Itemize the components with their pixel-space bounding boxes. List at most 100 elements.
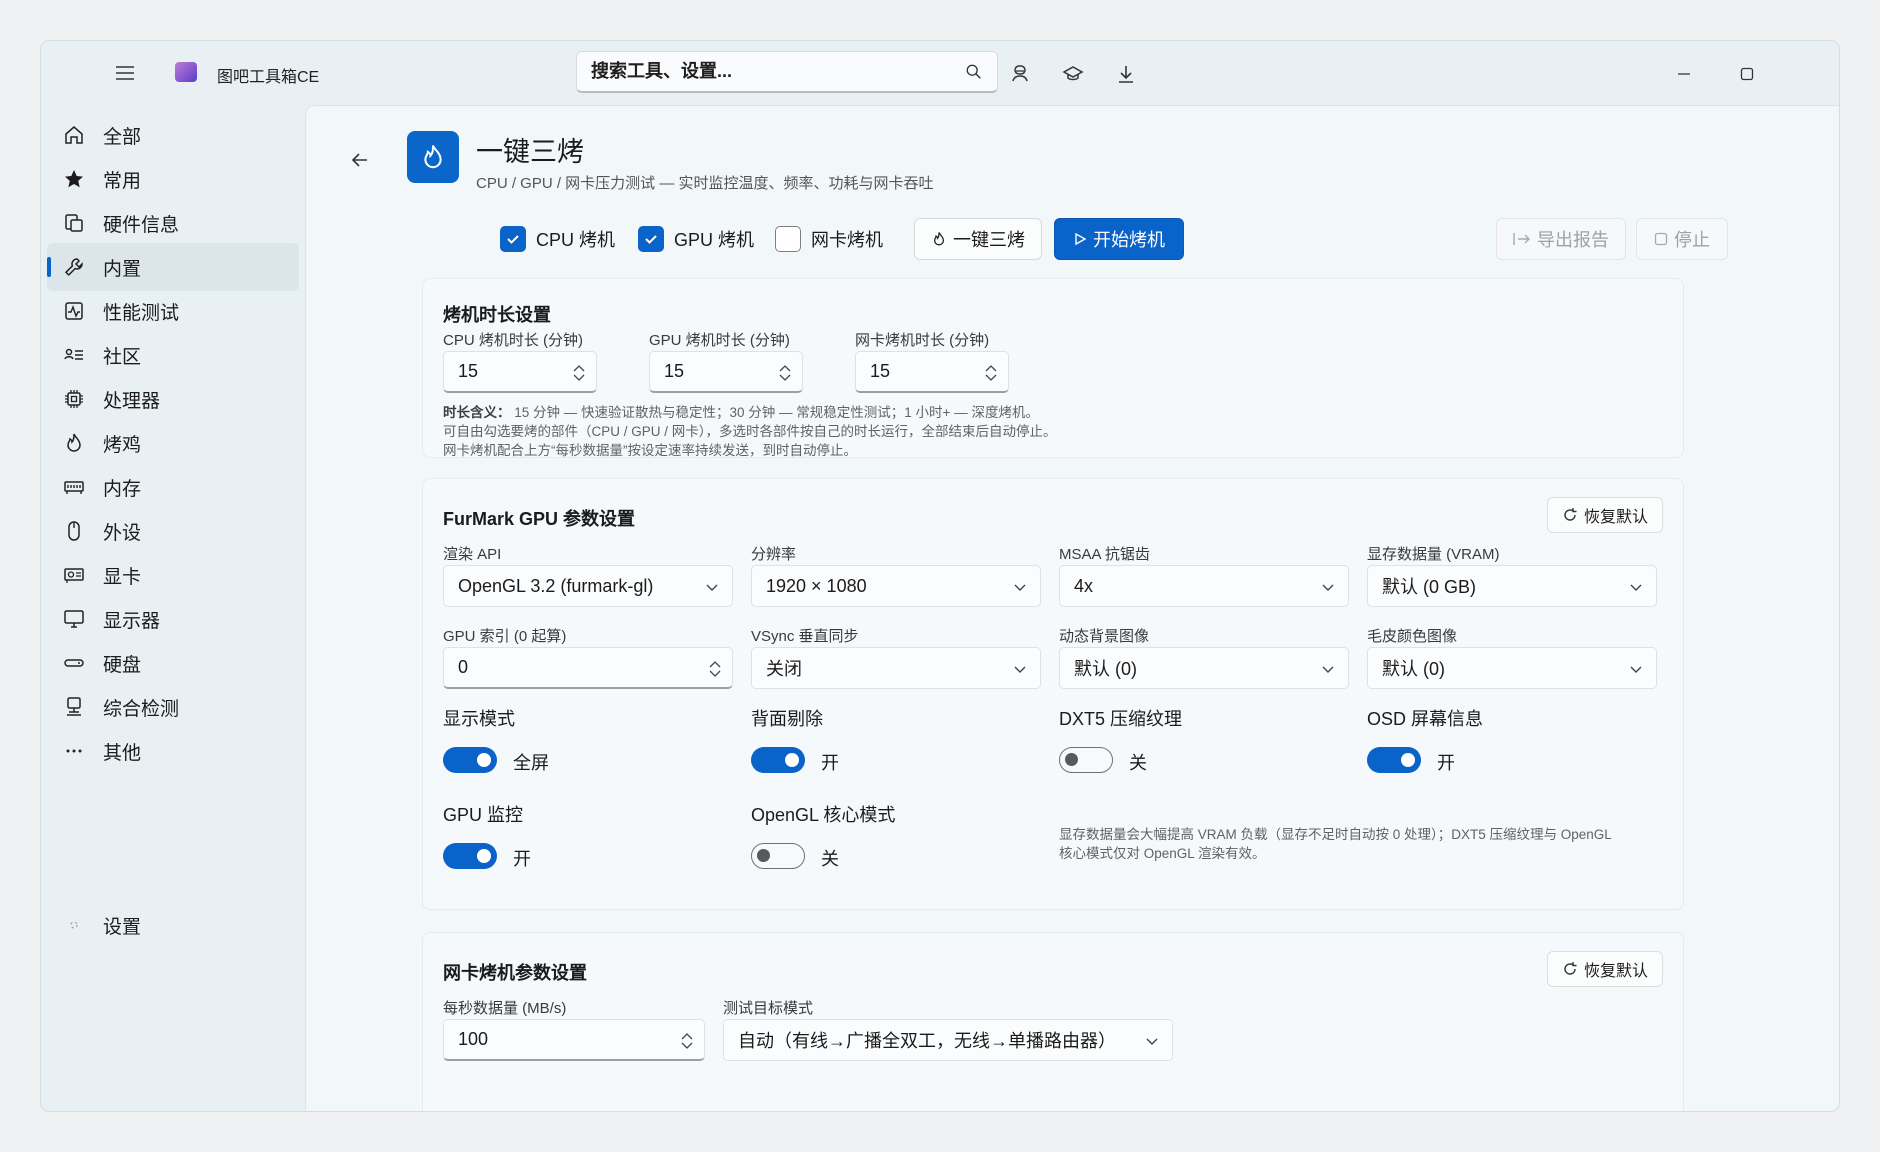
back-arrow-icon[interactable] bbox=[346, 146, 374, 174]
refresh-icon bbox=[1564, 508, 1577, 521]
opengl-core-text: 关 bbox=[821, 849, 839, 869]
minimize-button[interactable] bbox=[1669, 59, 1699, 89]
sidebar-item-label: 设置 bbox=[103, 916, 142, 938]
sidebar-item-builtin[interactable]: 内置 bbox=[47, 243, 299, 291]
cpu-icon bbox=[61, 386, 87, 412]
chevron-down-icon bbox=[1322, 666, 1334, 673]
net-stress-checkbox[interactable] bbox=[775, 226, 801, 252]
msaa-select[interactable]: 4x bbox=[1059, 565, 1349, 607]
chevron-down-icon bbox=[1146, 1038, 1158, 1045]
learn-icon[interactable] bbox=[1060, 61, 1086, 87]
gpu-duration-input[interactable]: 15 bbox=[649, 351, 803, 393]
resolution-value: 1920 × 1080 bbox=[766, 575, 867, 596]
sidebar-item-community[interactable]: 社区 bbox=[47, 331, 299, 379]
sidebar-item-peripherals[interactable]: 外设 bbox=[47, 507, 299, 555]
cpu-stress-checkbox[interactable] bbox=[500, 226, 526, 252]
gpu-stress-checkbox[interactable] bbox=[638, 226, 664, 252]
sidebar-item-stress[interactable]: 烤鸡 bbox=[47, 419, 299, 467]
stop-button[interactable]: 停止 bbox=[1636, 218, 1728, 260]
page-subtitle: CPU / GPU / 网卡压力测试 — 实时监控温度、频率、功耗与网卡吞吐 bbox=[476, 175, 934, 192]
sidebar-item-label: 显示器 bbox=[103, 610, 161, 632]
spinner-icon[interactable] bbox=[778, 364, 792, 382]
background-value: 默认 (0) bbox=[1074, 659, 1137, 679]
backface-toggle[interactable] bbox=[751, 747, 805, 773]
sidebar-item-gpu[interactable]: 显卡 bbox=[47, 551, 299, 599]
background-select[interactable]: 默认 (0) bbox=[1059, 647, 1349, 689]
duration-note-line1: 15 分钟 — 快速验证散热与稳定性；30 分钟 — 常规稳定性测试；1 小时+… bbox=[514, 405, 1039, 420]
net-checkbox-row[interactable]: 网卡烤机 bbox=[775, 218, 883, 260]
gpu-monitor-toggle[interactable] bbox=[443, 843, 497, 869]
duration-note: 时长含义： 15 分钟 — 快速验证散热与稳定性；30 分钟 — 常规稳定性测试… bbox=[443, 403, 1663, 460]
api-select[interactable]: OpenGL 3.2 (furmark-gl) bbox=[443, 565, 733, 607]
furmark-card-title: FurMark GPU 参数设置 bbox=[443, 509, 636, 529]
vsync-select[interactable]: 关闭 bbox=[751, 647, 1041, 689]
resolution-select[interactable]: 1920 × 1080 bbox=[751, 565, 1041, 607]
cpu-duration-input[interactable]: 15 bbox=[443, 351, 597, 393]
dxt5-toggle[interactable] bbox=[1059, 747, 1113, 773]
gpu-stress-label: GPU 烤机 bbox=[674, 230, 755, 250]
sidebar-item-other[interactable]: 其他 bbox=[47, 727, 299, 775]
play-icon bbox=[1075, 232, 1087, 246]
fur-color-select[interactable]: 默认 (0) bbox=[1367, 647, 1657, 689]
gpu-index-input[interactable]: 0 bbox=[443, 647, 733, 689]
sidebar-item-settings[interactable]: 设置 bbox=[47, 901, 299, 949]
chevron-down-icon bbox=[706, 584, 718, 591]
fur-color-value: 默认 (0) bbox=[1382, 659, 1445, 679]
target-mode-value: 自动（有线→广播全双工，无线→单播路由器） bbox=[738, 1031, 1116, 1051]
display-mode-toggle[interactable] bbox=[443, 747, 497, 773]
sidebar-item-all[interactable]: 全部 bbox=[47, 111, 299, 159]
sidebar-item-memory[interactable]: 内存 bbox=[47, 463, 299, 511]
chevron-down-icon bbox=[1014, 584, 1026, 591]
start-stress-button[interactable]: 开始烤机 bbox=[1054, 218, 1184, 260]
maximize-button[interactable] bbox=[1732, 59, 1762, 89]
home-icon bbox=[61, 122, 87, 148]
sidebar-item-monitor[interactable]: 显示器 bbox=[47, 595, 299, 643]
rate-input[interactable]: 100 bbox=[443, 1019, 705, 1061]
vsync-value: 关闭 bbox=[766, 659, 802, 679]
sidebar-item-benchmark[interactable]: 性能测试 bbox=[47, 287, 299, 335]
monitor-icon bbox=[61, 606, 87, 632]
export-report-button[interactable]: 导出报告 bbox=[1496, 218, 1626, 260]
vram-value: 默认 (0 GB) bbox=[1382, 577, 1477, 597]
search-icon[interactable] bbox=[965, 63, 983, 81]
disk-icon bbox=[61, 650, 87, 676]
onekey-stress-label: 一键三烤 bbox=[953, 230, 1025, 250]
background-label: 动态背景图像 bbox=[1059, 628, 1150, 645]
sidebar-item-hardware-info[interactable]: 硬件信息 bbox=[47, 199, 299, 247]
rate-value: 100 bbox=[458, 1029, 489, 1049]
sidebar-item-cpu[interactable]: 处理器 bbox=[47, 375, 299, 423]
sidebar-item-label: 性能测试 bbox=[103, 302, 180, 324]
spinner-icon[interactable] bbox=[984, 364, 998, 382]
spinner-icon[interactable] bbox=[680, 1032, 694, 1050]
furmark-note-line2: 核心模式仅对 OpenGL 渲染有效。 bbox=[1059, 846, 1266, 861]
spinner-icon[interactable] bbox=[572, 364, 586, 382]
network-reset-button[interactable]: 恢复默认 bbox=[1547, 951, 1663, 987]
opengl-core-toggle[interactable] bbox=[751, 843, 805, 869]
furmark-note-line1: 显存数据量会大幅提高 VRAM 负载（显存不足时自动按 0 处理）；DXT5 压… bbox=[1059, 827, 1612, 842]
sidebar-item-label: 常用 bbox=[103, 170, 142, 192]
chevron-down-icon bbox=[1630, 666, 1642, 673]
hamburger-menu-icon[interactable] bbox=[113, 61, 141, 85]
net-stress-label: 网卡烤机 bbox=[811, 230, 883, 250]
vram-select[interactable]: 默认 (0 GB) bbox=[1367, 565, 1657, 607]
download-icon[interactable] bbox=[1113, 61, 1139, 87]
sidebar-item-label: 综合检测 bbox=[103, 698, 180, 720]
sidebar-item-disk[interactable]: 硬盘 bbox=[47, 639, 299, 687]
resolution-label: 分辨率 bbox=[751, 546, 797, 563]
gpu-checkbox-row[interactable]: GPU 烤机 bbox=[638, 218, 754, 260]
onekey-stress-button[interactable]: 一键三烤 bbox=[914, 218, 1042, 260]
user-support-icon[interactable] bbox=[1007, 61, 1033, 87]
sidebar-item-diagnostics[interactable]: 综合检测 bbox=[47, 683, 299, 731]
furmark-reset-button[interactable]: 恢复默认 bbox=[1547, 497, 1663, 533]
spinner-icon[interactable] bbox=[708, 660, 722, 678]
cpu-checkbox-row[interactable]: CPU 烤机 bbox=[500, 218, 615, 260]
target-mode-select[interactable]: 自动（有线→广播全双工，无线→单播路由器） bbox=[723, 1019, 1173, 1061]
osd-label: OSD 屏幕信息 bbox=[1367, 709, 1484, 729]
sidebar-item-favorites[interactable]: 常用 bbox=[47, 155, 299, 203]
osd-toggle[interactable] bbox=[1367, 747, 1421, 773]
cpu-duration-value: 15 bbox=[458, 361, 479, 381]
search-input[interactable] bbox=[591, 61, 965, 82]
duration-note-line2: 可自由勾选要烤的部件（CPU / GPU / 网卡），多选时各部件按自己的时长运… bbox=[443, 424, 1057, 439]
search-box[interactable] bbox=[576, 51, 998, 93]
net-duration-input[interactable]: 15 bbox=[855, 351, 1009, 393]
